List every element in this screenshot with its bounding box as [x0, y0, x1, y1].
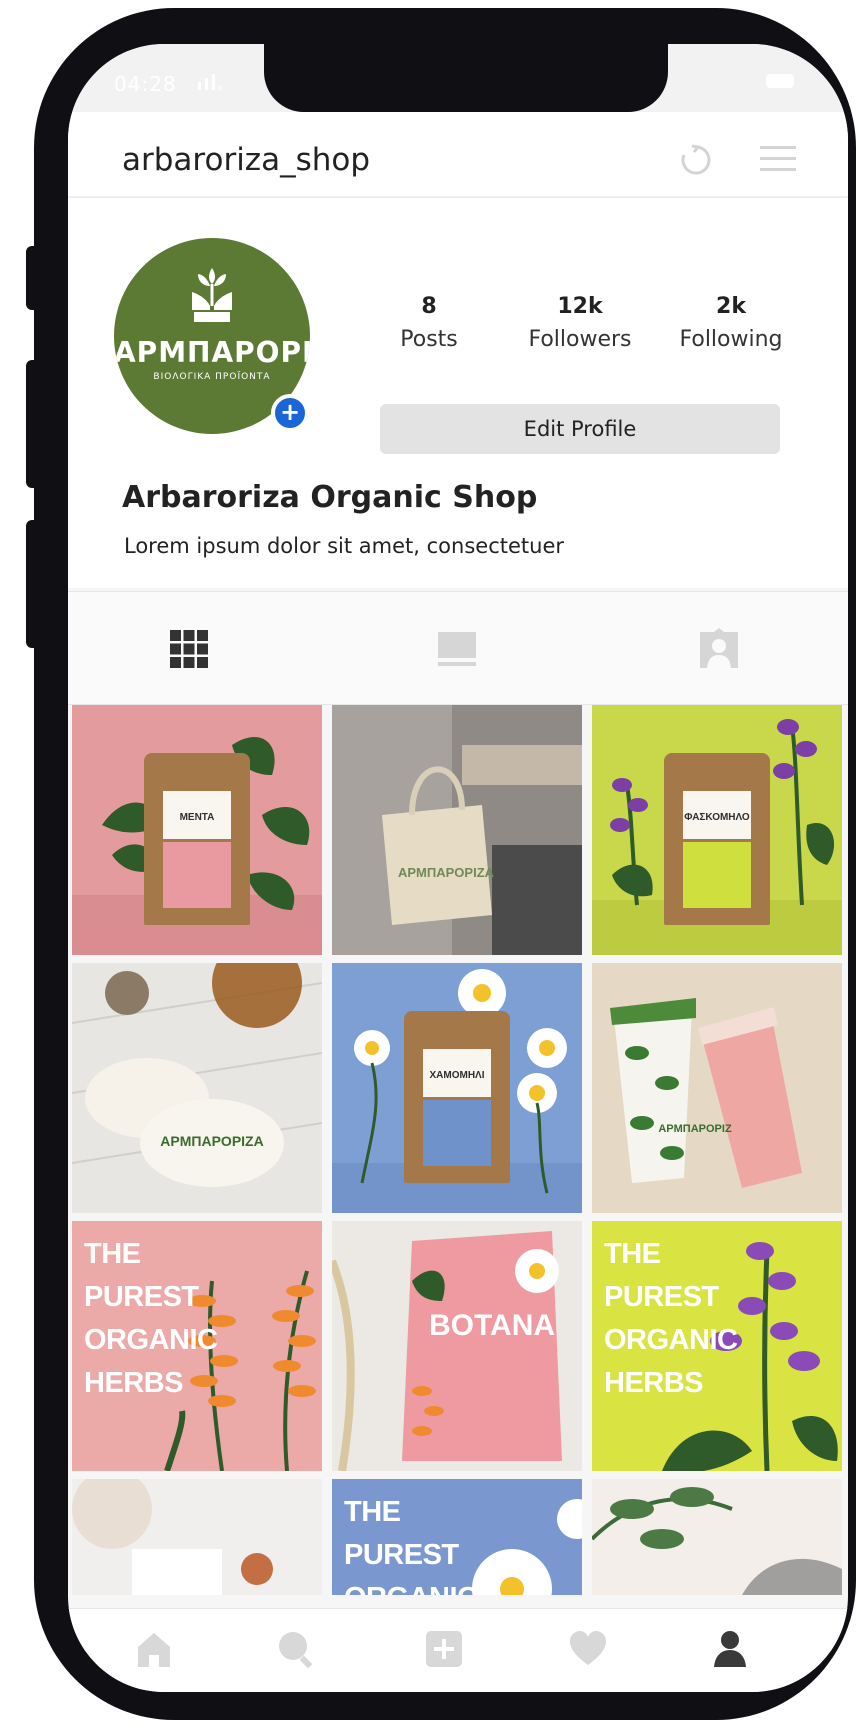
tea-cup-photo	[72, 1479, 322, 1595]
post-tile[interactable]: ΑΡΜΠΑΡΟΡΙΖΑ	[72, 963, 322, 1213]
cups-photo	[592, 963, 842, 1213]
mute-switch	[26, 246, 40, 310]
volume-down-button	[26, 520, 40, 648]
post-tile[interactable]: ΦΑΣΚΟΜΗΛΟ	[592, 705, 842, 955]
avatar-subtitle: ΒΙΟΛΟΓΙΚΑ ΠΡΟΪΟΝΤΑ	[153, 372, 271, 382]
herb-logo-icon	[192, 268, 232, 322]
post-tile[interactable]: THE PURESTORGANIC HERBS	[592, 1221, 842, 1471]
tote-wordmark: ΑΡΜΠΑΡΟΡΙΖΑ	[397, 865, 495, 880]
stat-label: Following	[679, 327, 783, 352]
post-tile[interactable]: THE PURESTORGANIC HERBS	[332, 1479, 582, 1595]
post-headline: THE PURESTORGANIC HERBS	[84, 1238, 218, 1399]
volume-up-button	[26, 360, 40, 488]
edit-profile-button[interactable]: Edit Profile	[380, 404, 780, 454]
grid-icon[interactable]	[168, 628, 210, 670]
home-icon[interactable]	[134, 1629, 174, 1669]
post-headline: THE PURESTORGANIC HERBS	[344, 1496, 478, 1595]
stat-label: Posts	[400, 327, 458, 352]
post-tile[interactable]: THE PURESTORGANIC HERBS	[72, 1221, 322, 1471]
stat-followers[interactable]: 12k Followers	[505, 294, 655, 352]
refresh-icon[interactable]	[678, 142, 714, 178]
product-pouch: ΧΑΜΟΜΗΛΙ	[404, 1011, 510, 1183]
display-name: Arbaroriza Organic Shop	[122, 480, 538, 515]
username: arbaroriza_shop	[122, 142, 371, 178]
avatar-wordmark: ΑΡΜΠΑΡΟΡΙΖΑ	[114, 336, 310, 369]
post-tile[interactable]: ΑΡΜΠΑΡΟΡΙΖ	[592, 963, 842, 1213]
profile-icon[interactable]	[710, 1629, 750, 1669]
stat-following[interactable]: 2k Following	[656, 294, 806, 352]
book-title: BOTANA	[428, 1309, 556, 1342]
add-post-icon[interactable]	[424, 1629, 464, 1669]
profile-section: ΑΡΜΠΑΡΟΡΙΖΑ ΒΙΟΛΟΓΙΚΑ ΠΡΟΪΟΝΤΑ + 8 Posts…	[68, 198, 848, 588]
post-headline: THE PURESTORGANIC HERBS	[604, 1238, 738, 1399]
search-icon[interactable]	[276, 1629, 316, 1669]
profile-header: arbaroriza_shop	[68, 112, 848, 196]
content-tabs	[68, 591, 848, 705]
camera-notch	[264, 44, 668, 112]
coasters-photo	[72, 963, 322, 1213]
pouch-label: ΦΑΣΚΟΜΗΛΟ	[684, 812, 750, 824]
stat-value: 8	[421, 294, 437, 319]
bio: Lorem ipsum dolor sit amet, consectetuer	[124, 534, 564, 558]
pouch-label: ΧΑΜΟΜΗΛΙ	[429, 1070, 485, 1082]
post-tile[interactable]	[72, 1479, 322, 1595]
post-tile[interactable]	[592, 1479, 842, 1595]
stat-value: 2k	[716, 294, 746, 319]
stat-value: 12k	[557, 294, 603, 319]
plant-shadow-photo	[592, 1479, 842, 1595]
menu-icon[interactable]	[758, 144, 798, 174]
post-tile[interactable]: ΜΕΝΤΑ	[72, 705, 322, 955]
feed-icon[interactable]	[436, 628, 478, 670]
stat-posts[interactable]: 8 Posts	[354, 294, 504, 352]
heart-icon[interactable]	[568, 1629, 608, 1669]
tagged-icon[interactable]	[698, 628, 740, 670]
status-time: 04:28	[114, 72, 177, 96]
bottom-navigation	[68, 1608, 848, 1692]
product-pouch: ΦΑΣΚΟΜΗΛΟ	[664, 753, 770, 925]
phone-screen: 04:28 arbaroriza_shop ΑΡΜΠΑΡΟΡΙ ΒΙΟΛΟΓΙΚ…	[68, 44, 848, 1692]
tote-bag-photo	[332, 705, 582, 955]
add-story-button[interactable]: +	[271, 394, 309, 432]
book-photo	[332, 1221, 582, 1471]
product-pouch: ΜΕΝΤΑ	[144, 753, 250, 925]
coaster-wordmark: ΑΡΜΠΑΡΟΡΙΖΑ	[160, 1133, 264, 1149]
battery-icon	[766, 74, 794, 88]
cup-wordmark: ΑΡΜΠΑΡΟΡΙΖ	[658, 1123, 732, 1135]
post-tile[interactable]: ΧΑΜΟΜΗΛΙ	[332, 963, 582, 1213]
pouch-label: ΜΕΝΤΑ	[179, 812, 215, 824]
post-tile[interactable]: ΑΡΜΠΑΡΟΡΙΖΑ	[332, 705, 582, 955]
stat-label: Followers	[528, 327, 632, 352]
signal-icon	[198, 70, 222, 90]
post-tile[interactable]: BOTANA	[332, 1221, 582, 1471]
